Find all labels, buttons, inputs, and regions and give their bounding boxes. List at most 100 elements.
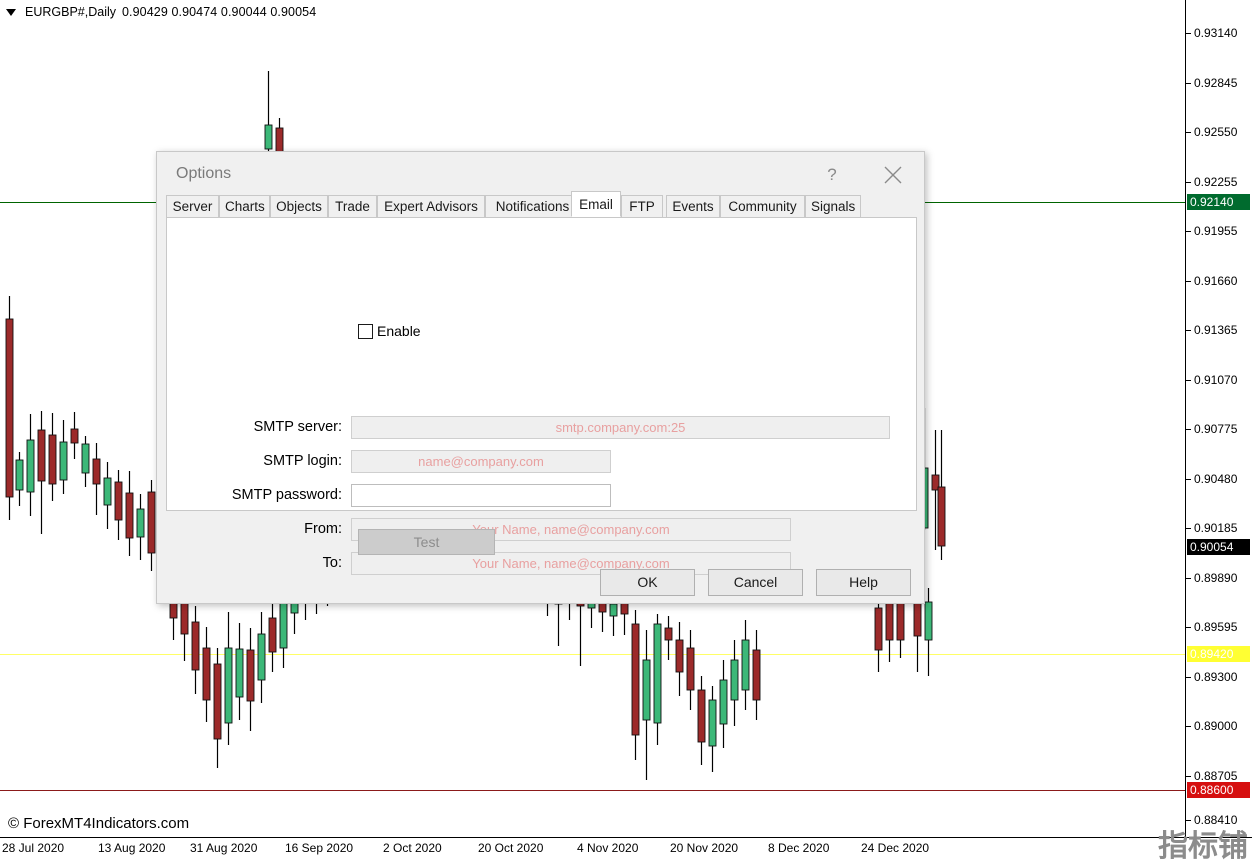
price-tick — [1186, 726, 1191, 727]
copyright-label: © ForexMT4Indicators.com — [8, 815, 190, 832]
price-tick — [1186, 528, 1191, 529]
candlestick — [719, 660, 728, 748]
help-icon[interactable]: ? — [817, 162, 847, 188]
price-tick — [1186, 330, 1191, 331]
candlestick — [37, 411, 46, 534]
dialog-titlebar[interactable]: Options ? — [157, 152, 924, 196]
candlestick — [924, 588, 933, 676]
candlestick — [125, 471, 134, 556]
dialog-tabstrip[interactable]: Server Charts Objects Trade Expert Advisors N… — [166, 191, 917, 218]
price-badge: 0.92140 — [1187, 194, 1250, 210]
close-icon[interactable] — [874, 160, 912, 190]
candlestick — [752, 630, 761, 720]
candlestick — [92, 443, 101, 515]
candlestick — [103, 462, 112, 529]
ok-button[interactable]: OK — [600, 569, 695, 596]
price-badge: 0.90054 — [1187, 539, 1250, 555]
price-tick-label: 0.92550 — [1194, 125, 1238, 139]
help-button[interactable]: Help — [816, 569, 911, 596]
candlestick — [147, 480, 156, 571]
candlestick — [937, 430, 946, 560]
date-tick-label: 4 Nov 2020 — [577, 841, 639, 855]
date-tick-label: 13 Aug 2020 — [98, 841, 166, 855]
test-button[interactable]: Test — [358, 529, 495, 555]
candlestick — [213, 648, 222, 768]
price-tick — [1186, 231, 1191, 232]
candlestick — [697, 676, 706, 765]
smtp-login-label: SMTP login: — [263, 453, 342, 469]
tab-events[interactable]: Events — [666, 195, 720, 217]
candlestick — [26, 414, 35, 516]
price-tick-label: 0.88410 — [1194, 813, 1238, 827]
price-tick — [1186, 820, 1191, 821]
tab-signals[interactable]: Signals — [805, 195, 861, 217]
candlestick — [235, 623, 244, 720]
email-tab-panel: Enable SMTP server: smtp.company.com:25 SM… — [166, 218, 917, 575]
tab-expert-advisors[interactable]: Expert Advisors — [377, 195, 485, 217]
candlestick — [191, 606, 200, 694]
price-tick — [1186, 33, 1191, 34]
tab-charts[interactable]: Charts — [219, 195, 270, 217]
to-label: To: — [322, 555, 342, 571]
price-tick-label: 0.90775 — [1194, 422, 1238, 436]
tab-objects[interactable]: Objects — [270, 195, 328, 217]
price-tick-label: 0.91070 — [1194, 373, 1238, 387]
smtp-login-input[interactable]: name@company.com — [351, 449, 611, 473]
date-tick-label: 31 Aug 2020 — [190, 841, 258, 855]
price-tick-label: 0.91660 — [1194, 274, 1238, 288]
smtp-server-label: SMTP server: — [253, 419, 342, 435]
candlestick — [114, 470, 123, 540]
smtp-password-input[interactable] — [351, 483, 611, 507]
price-tick-label: 0.89595 — [1194, 620, 1238, 634]
candlestick — [741, 620, 750, 710]
candlestick — [268, 600, 277, 672]
candlestick — [70, 412, 79, 459]
candlestick — [48, 413, 57, 501]
tab-email[interactable]: Email — [571, 191, 621, 217]
candlestick — [631, 610, 640, 760]
price-tick — [1186, 578, 1191, 579]
tab-notifications[interactable]: Notifications — [485, 195, 580, 217]
price-tick-label: 0.90480 — [1194, 472, 1238, 486]
date-tick-label: 20 Nov 2020 — [670, 841, 739, 855]
price-tick — [1186, 776, 1191, 777]
date-axis[interactable]: 28 Jul 2020 13 Aug 2020 31 Aug 2020 16 Sep … — [0, 838, 1252, 862]
tab-ftp[interactable]: FTP — [621, 195, 663, 217]
price-tick-label: 0.89300 — [1194, 670, 1238, 684]
date-tick-label: 24 Dec 2020 — [861, 841, 930, 855]
price-tick-label: 0.92255 — [1194, 175, 1238, 189]
price-tick-label: 0.92845 — [1194, 76, 1238, 90]
price-tick — [1186, 479, 1191, 480]
price-tick — [1186, 182, 1191, 183]
enable-checkbox-row[interactable]: Enable — [358, 323, 421, 339]
chart-ohlc-values: 0.90429 0.90474 0.90044 0.90054 — [122, 5, 317, 19]
chevron-down-icon[interactable] — [6, 8, 16, 16]
price-tick-label: 0.89890 — [1194, 571, 1238, 585]
candlestick — [81, 436, 90, 487]
tab-server[interactable]: Server — [166, 195, 219, 217]
enable-checkbox-label: Enable — [377, 323, 421, 339]
tab-trade[interactable]: Trade — [328, 195, 377, 217]
candlestick — [15, 452, 24, 506]
from-label: From: — [304, 521, 342, 537]
enable-checkbox[interactable] — [358, 323, 373, 339]
price-tick-label: 0.91365 — [1194, 323, 1238, 337]
options-dialog[interactable]: Options ? Server Charts Objects Trade Expert… — [156, 151, 925, 604]
price-tick — [1186, 281, 1191, 282]
price-tick — [1186, 677, 1191, 678]
cancel-button[interactable]: Cancel — [708, 569, 803, 596]
candlestick — [59, 420, 68, 494]
price-tick — [1186, 380, 1191, 381]
date-tick-label: 28 Jul 2020 — [2, 841, 65, 855]
candlestick — [257, 612, 266, 703]
price-axis[interactable]: 0.93140 0.92845 0.92550 0.92255 0.91955 0.916… — [1186, 0, 1252, 838]
candlestick — [5, 296, 14, 520]
price-tick-label: 0.89000 — [1194, 719, 1238, 733]
smtp-server-input[interactable]: smtp.company.com:25 — [351, 415, 890, 439]
price-tick-label: 0.93140 — [1194, 26, 1238, 40]
candlestick — [708, 686, 717, 772]
date-tick-label: 20 Oct 2020 — [478, 841, 544, 855]
candlestick — [653, 614, 662, 745]
tab-community[interactable]: Community — [720, 195, 805, 217]
price-badge: 0.89420 — [1187, 646, 1250, 662]
